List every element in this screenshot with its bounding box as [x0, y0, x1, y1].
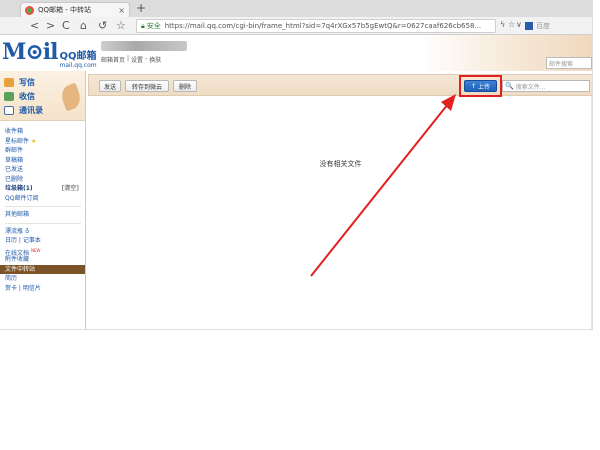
annotation-arrow	[310, 94, 456, 277]
browser-screenshot: QQ邮箱 - 中转站 × + < > C ⌂ ↺ ☆ 🔒︎ 安全 https:/…	[0, 0, 593, 330]
arrow-shaft	[310, 103, 449, 277]
